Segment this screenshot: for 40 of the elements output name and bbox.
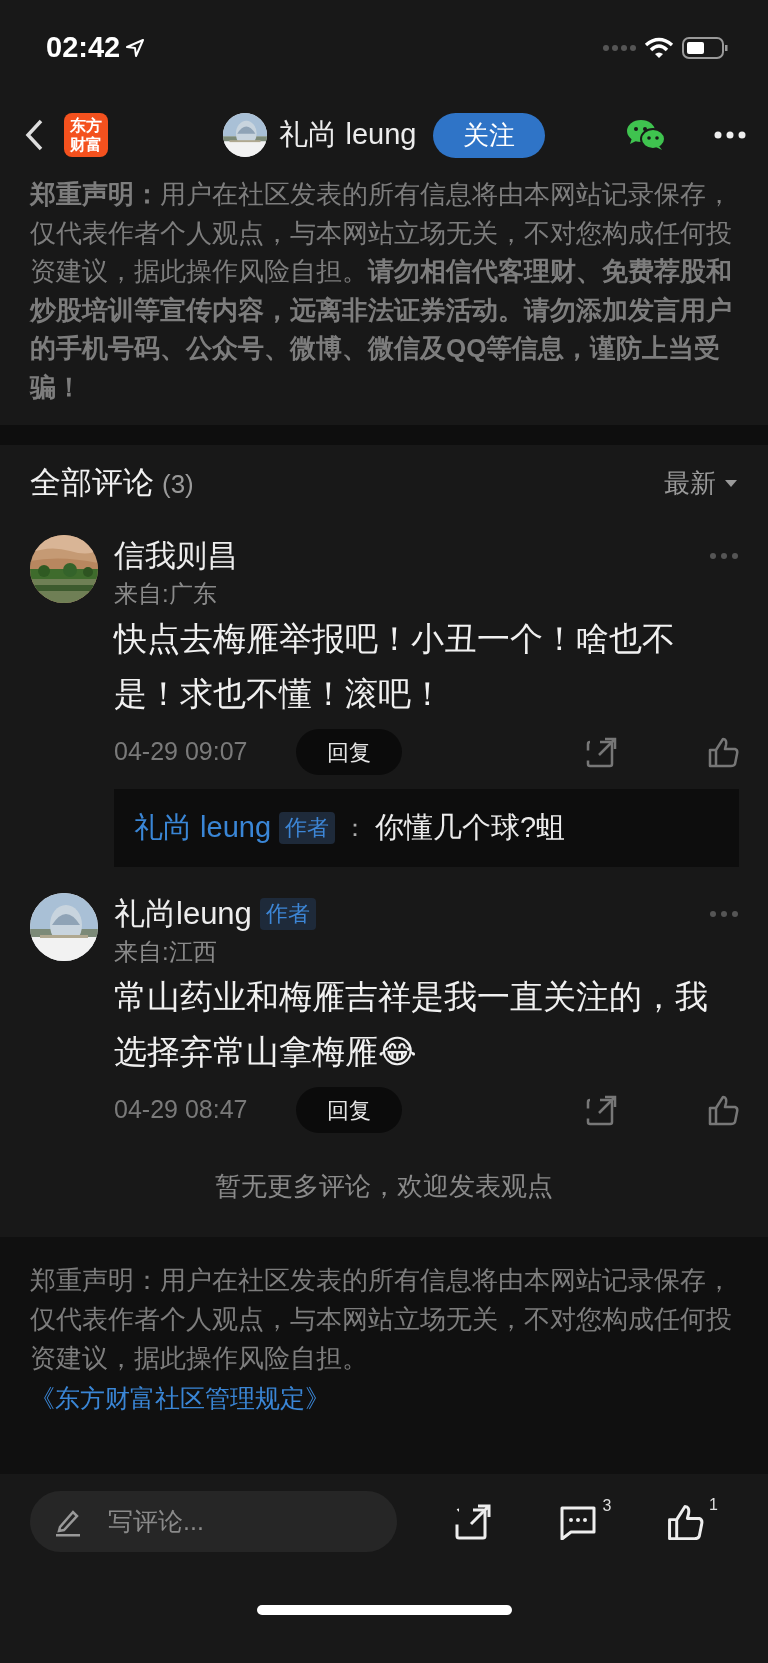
separator-text: ： bbox=[343, 813, 367, 843]
end-message: 暂无更多评论，欢迎发表观点 bbox=[214, 1170, 554, 1203]
comment-count: (3) bbox=[162, 467, 194, 501]
reply-text: 你懂几个球?蛆 bbox=[375, 810, 566, 846]
sort-dropdown[interactable]: 最新 bbox=[664, 463, 716, 503]
wifi-icon bbox=[644, 36, 674, 59]
battery-icon bbox=[682, 35, 728, 60]
comment-count: 3 bbox=[602, 1495, 612, 1516]
more-icon[interactable] bbox=[714, 131, 746, 139]
section-title: 全部评论 bbox=[30, 463, 154, 502]
rules-link[interactable]: 《东方财富社区管理规定》 bbox=[30, 1385, 330, 1412]
comment-box[interactable]: 写评论... bbox=[30, 1491, 397, 1552]
user-name[interactable]: 礼尚 leung bbox=[279, 113, 417, 157]
caret-icon bbox=[724, 478, 738, 488]
thumbs-up-icon[interactable] bbox=[707, 736, 739, 768]
status-time: 02:42 bbox=[46, 29, 121, 65]
comment-text: 快点去梅雁举报吧！小丑一个！啥也不是！求也不懂！滚吧！ bbox=[114, 619, 676, 714]
user-name[interactable]: 信我则昌 bbox=[114, 535, 238, 577]
signal-icon bbox=[602, 43, 636, 52]
author-tag: 作者 bbox=[279, 812, 335, 844]
thumbs-up-icon[interactable] bbox=[707, 1094, 739, 1126]
author-tag: 作者 bbox=[259, 898, 316, 930]
user-name[interactable]: 礼尚 leung bbox=[134, 806, 271, 850]
comment-input[interactable]: 写评论... bbox=[106, 1501, 373, 1542]
location-text: 来自:江西 bbox=[114, 937, 218, 967]
user-name[interactable]: 礼尚leung bbox=[114, 893, 252, 935]
reply-button[interactable]: 回复 bbox=[296, 729, 402, 775]
location-arrow-icon bbox=[124, 36, 147, 59]
thumbs-up-icon[interactable] bbox=[665, 1502, 704, 1541]
follow-button[interactable]: 关注 bbox=[432, 112, 545, 158]
wechat-icon[interactable] bbox=[626, 119, 666, 151]
share-icon[interactable] bbox=[455, 1503, 492, 1540]
timestamp: 04-29 09:07 bbox=[114, 736, 249, 768]
disclaimer-text: 郑重声明：用户在社区发表的所有信息将由本网站记录保存，仅代表作者个人观点，与本网站立场无关，不对您构成任何投资建议，据此操作风险自担。请勿相信代客理财、免费荐股和炒股培训等宣传内容，远离非法证券活动。请勿添加发言用户的手机号码、公众号、微博、微信及QQ等信息，谨防上当受骗！ bbox=[30, 178, 733, 404]
timestamp: 04-29 08:47 bbox=[114, 1094, 249, 1126]
location-text: 来自:广东 bbox=[114, 579, 218, 609]
reply-button[interactable]: 回复 bbox=[296, 1087, 402, 1133]
like-count: 1 bbox=[708, 1494, 718, 1515]
disclaimer-text: 郑重声明：用户在社区发表的所有信息将由本网站记录保存，仅代表作者个人观点，与本网站立场无关，不对您构成任何投资建议，据此操作风险自担。 bbox=[30, 1264, 733, 1375]
comment-text: 常山药业和梅雁吉祥是我一直关注的，我选择弃常山拿梅雁😂 bbox=[114, 977, 709, 1072]
